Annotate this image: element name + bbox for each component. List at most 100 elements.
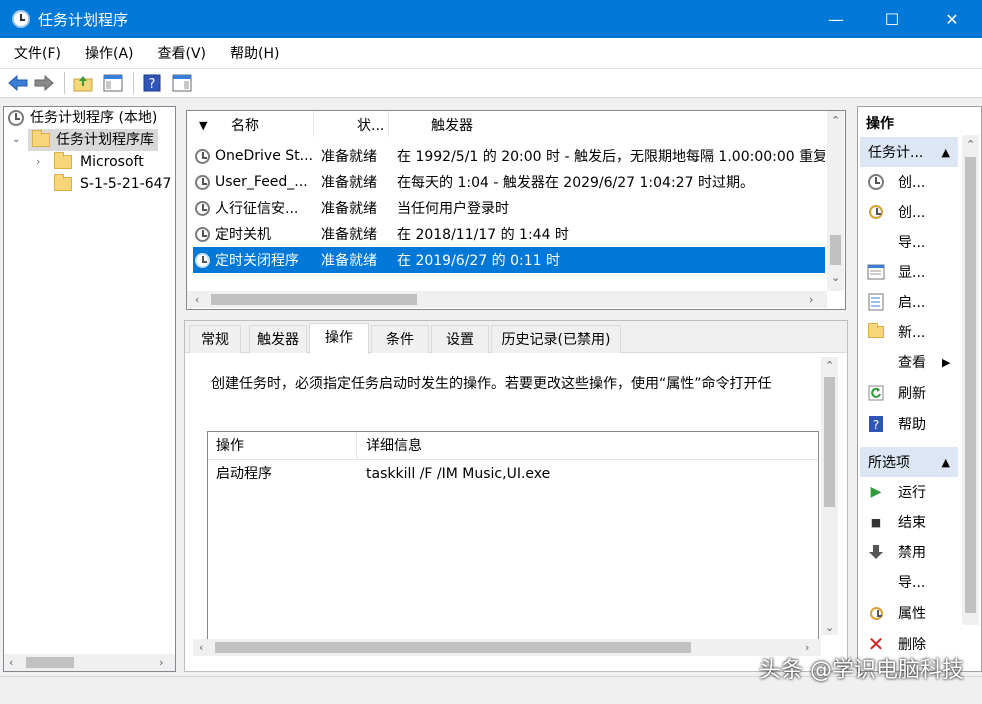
task-row[interactable]: User_Feed_... 准备就绪 在每天的 1:04 - 触发器在 2029… (193, 169, 825, 195)
help-icon[interactable]: ? (140, 71, 164, 95)
task-row[interactable]: OneDrive St... 准备就绪 在 1992/5/1 的 20:00 时… (193, 143, 825, 169)
forward-arrow-icon[interactable] (32, 71, 56, 95)
column-divider (313, 111, 314, 137)
action-refresh[interactable]: 刷新 (866, 378, 958, 408)
details-horizontal-scrollbar[interactable]: ‹ › (193, 639, 821, 656)
column-trigger-header[interactable]: 触发器 (431, 111, 473, 137)
action-disable[interactable]: 禁用 (866, 537, 958, 567)
clock-icon (8, 110, 24, 126)
maximize-button[interactable]: ☐ (864, 0, 920, 38)
tab-triggers[interactable]: 触发器 (249, 325, 307, 353)
task-list-horizontal-scrollbar[interactable]: ‹ › (187, 291, 827, 308)
task-trigger: 在每天的 1:04 - 触发器在 2029/6/27 1:04:27 时过期。 (397, 175, 754, 191)
action-create-basic-task[interactable]: 创... (866, 167, 958, 197)
tree-node-microsoft[interactable]: › Microsoft (36, 151, 144, 173)
scroll-right-icon[interactable]: › (809, 293, 813, 306)
action-label: 刷新 (898, 386, 926, 402)
action-label: 帮助 (898, 417, 926, 433)
tree-library-node[interactable]: ⌄ 任务计划程序库 (12, 129, 158, 151)
menu-view[interactable]: 查看(V) (144, 43, 217, 63)
create-basic-task-icon (866, 173, 886, 191)
action-type[interactable]: 启动程序 (216, 460, 272, 488)
run-icon: ▶ (870, 484, 882, 500)
collapse-caret-icon[interactable]: ▲ (942, 146, 950, 159)
task-name: 定时关机 (215, 227, 271, 243)
task-status: 准备就绪 (321, 149, 377, 165)
action-create-task[interactable]: 创... (866, 197, 958, 227)
scroll-thumb[interactable] (211, 294, 417, 305)
column-action-header[interactable]: 操作 (216, 432, 244, 460)
action-label: 新... (898, 325, 926, 341)
action-label: 运行 (898, 485, 926, 501)
action-properties[interactable]: 属性 (866, 598, 958, 628)
action-export[interactable]: 导... (866, 567, 958, 597)
action-run[interactable]: ▶ 运行 (866, 477, 958, 507)
sort-caret-icon[interactable]: ▼ (199, 111, 207, 137)
window-title: 任务计划程序 (38, 10, 129, 29)
task-row[interactable]: 人行征信安... 准备就绪 当任何用户登录时 (193, 195, 825, 221)
scroll-down-icon[interactable]: ⌄ (825, 621, 834, 634)
scroll-left-icon[interactable]: ‹ (195, 293, 199, 306)
properties-icon (866, 604, 886, 622)
scroll-up-icon[interactable]: ⌃ (966, 138, 975, 151)
scroll-thumb[interactable] (824, 377, 835, 507)
scroll-left-icon[interactable]: ‹ (9, 656, 13, 669)
scroll-thumb[interactable] (830, 235, 841, 265)
toolbar: ? (0, 68, 982, 98)
menu-file[interactable]: 文件(F) (0, 43, 71, 63)
menu-help[interactable]: 帮助(H) (216, 43, 289, 63)
title-bar: 任务计划程序 — ☐ ✕ (0, 0, 982, 38)
up-folder-icon[interactable] (71, 71, 95, 95)
scroll-thumb[interactable] (26, 657, 74, 668)
column-status-header[interactable]: 状... (357, 111, 384, 137)
show-hide-action-pane-icon[interactable] (170, 71, 194, 95)
menu-action[interactable]: 操作(A) (71, 43, 144, 63)
back-arrow-icon[interactable] (6, 71, 30, 95)
details-vertical-scrollbar[interactable]: ⌃ ⌄ (821, 357, 838, 635)
scroll-thumb[interactable] (965, 157, 976, 613)
chevron-right-icon[interactable]: › (36, 151, 54, 173)
column-name-header[interactable]: 名称 (231, 111, 259, 137)
action-help[interactable]: ? 帮助 (866, 409, 958, 439)
actions-vertical-scrollbar[interactable]: ⌃ (962, 135, 979, 625)
show-hide-console-tree-icon[interactable] (101, 71, 125, 95)
tree-node-sid[interactable]: S-1-5-21-647 (54, 173, 171, 195)
task-row[interactable]: 定时关机 准备就绪 在 2018/11/17 的 1:44 时 (193, 221, 825, 247)
task-row-selected[interactable]: 定时关闭程序 准备就绪 在 2019/6/27 的 0:11 时 (193, 247, 825, 273)
task-status: 准备就绪 (321, 253, 377, 269)
tab-settings[interactable]: 设置 (431, 325, 489, 353)
task-list-vertical-scrollbar[interactable]: ⌃ ⌄ (827, 111, 844, 291)
action-detail[interactable]: taskkill /F /IM Music,UI.exe (366, 460, 550, 488)
action-end[interactable]: ■ 结束 (866, 507, 958, 537)
scroll-up-icon[interactable]: ⌃ (825, 359, 834, 372)
enable-history-icon (866, 293, 886, 311)
scroll-down-icon[interactable]: ⌄ (831, 271, 840, 284)
scroll-thumb[interactable] (215, 642, 691, 653)
chevron-down-icon[interactable]: ⌄ (12, 129, 28, 151)
action-view[interactable]: 查看 ▶ (866, 347, 958, 377)
action-enable-history[interactable]: 启... (866, 287, 958, 317)
tree-horizontal-scrollbar[interactable]: ‹ › (4, 654, 175, 671)
scroll-up-icon[interactable]: ⌃ (831, 114, 840, 127)
task-scheduler-app-icon (12, 10, 30, 28)
svg-text:?: ? (149, 77, 156, 92)
action-display-running[interactable]: 显... (866, 257, 958, 287)
tab-general[interactable]: 常规 (189, 325, 241, 353)
column-detail-header[interactable]: 详细信息 (366, 432, 422, 460)
actions-section-selected-item[interactable]: 所选项 ▲ (860, 447, 958, 477)
action-import[interactable]: 导... (866, 227, 958, 257)
tab-conditions[interactable]: 条件 (371, 325, 429, 353)
actions-section-task-scheduler[interactable]: 任务计... ▲ (860, 137, 958, 167)
scroll-left-icon[interactable]: ‹ (199, 641, 203, 654)
tree-root-node[interactable]: 任务计划程序 (本地) (8, 107, 157, 129)
refresh-icon (866, 384, 886, 402)
scroll-right-icon[interactable]: › (159, 656, 163, 669)
collapse-caret-icon[interactable]: ▲ (942, 456, 950, 469)
actions-table-header: 操作 详细信息 (208, 432, 818, 460)
tab-actions[interactable]: 操作 (309, 323, 369, 354)
task-name: User_Feed_... (215, 174, 308, 190)
minimize-button[interactable]: — (808, 0, 864, 38)
action-new-folder[interactable]: 新... (866, 317, 958, 347)
tab-history[interactable]: 历史记录(已禁用) (491, 325, 621, 353)
close-button[interactable]: ✕ (924, 0, 980, 38)
